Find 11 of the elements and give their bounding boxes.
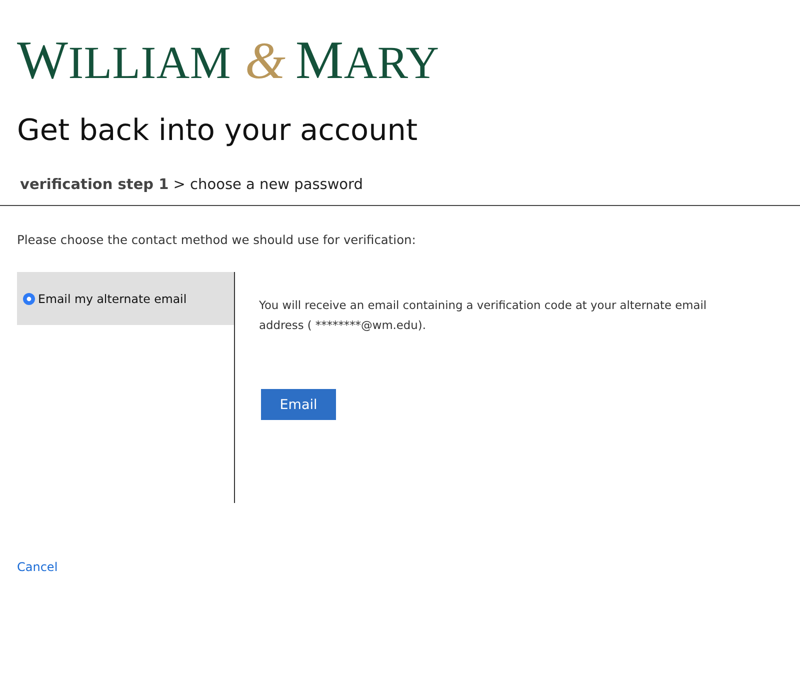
email-button[interactable]: Email — [261, 389, 336, 420]
verification-description: You will receive an email containing a verification code at your alternate email address ( ********@wm.edu). — [259, 297, 708, 334]
cancel-link[interactable]: Cancel — [17, 560, 58, 574]
logo-wordmark: WILLIAM — [17, 33, 232, 90]
logo-ampersand: & — [245, 35, 286, 89]
radio-button-icon[interactable] — [23, 292, 35, 304]
page-heading: Get back into your account — [17, 112, 418, 149]
contact-method-option[interactable]: Email my alternate email — [17, 272, 234, 325]
logo-wordmark: MARY — [296, 33, 440, 90]
instruction-text: Please choose the contact method we should use for verification: — [17, 232, 416, 248]
step-breadcrumb: verification step 1 > choose a new password — [20, 177, 363, 193]
